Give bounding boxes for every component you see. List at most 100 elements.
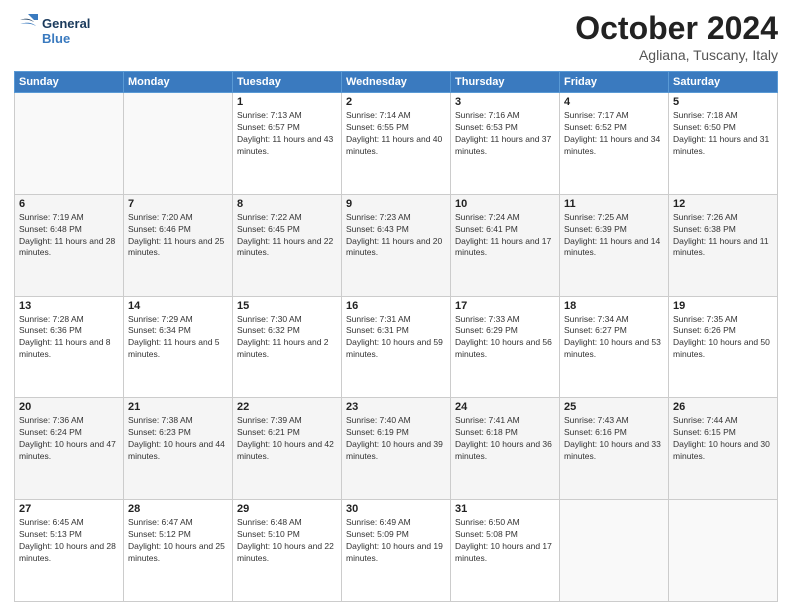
day-number: 28 — [128, 503, 228, 515]
calendar-cell: 6 Sunrise: 7:19 AMSunset: 6:48 PMDaylight… — [15, 194, 124, 296]
day-number: 13 — [19, 300, 119, 312]
day-number: 5 — [673, 96, 773, 108]
day-number: 16 — [346, 300, 446, 312]
svg-text:Blue: Blue — [42, 31, 70, 46]
calendar-cell: 27 Sunrise: 6:45 AMSunset: 5:13 PMDayligh… — [15, 500, 124, 602]
calendar-cell: 23 Sunrise: 7:40 AMSunset: 6:19 PMDayligh… — [342, 398, 451, 500]
day-info: Sunrise: 7:30 AMSunset: 6:32 PMDaylight:… — [237, 314, 337, 362]
day-number: 17 — [455, 300, 555, 312]
calendar-cell: 10 Sunrise: 7:24 AMSunset: 6:41 PMDayligh… — [451, 194, 560, 296]
day-number: 19 — [673, 300, 773, 312]
day-info: Sunrise: 7:38 AMSunset: 6:23 PMDaylight:… — [128, 415, 228, 463]
day-number: 3 — [455, 96, 555, 108]
day-info: Sunrise: 7:16 AMSunset: 6:53 PMDaylight:… — [455, 110, 555, 158]
calendar-cell: 17Sunrise: 7:33 AMSunset: 6:29 PMDayligh… — [451, 296, 560, 398]
calendar-cell: 20 Sunrise: 7:36 AMSunset: 6:24 PMDayligh… — [15, 398, 124, 500]
day-info: Sunrise: 7:39 AMSunset: 6:21 PMDaylight:… — [237, 415, 337, 463]
day-info: Sunrise: 7:43 AMSunset: 6:16 PMDaylight:… — [564, 415, 664, 463]
calendar-cell: 3 Sunrise: 7:16 AMSunset: 6:53 PMDaylight… — [451, 93, 560, 195]
calendar-cell: 7Sunrise: 7:20 AMSunset: 6:46 PMDaylight… — [124, 194, 233, 296]
day-number: 29 — [237, 503, 337, 515]
day-info: Sunrise: 6:47 AMSunset: 5:12 PMDaylight:… — [128, 517, 228, 565]
calendar-cell: 31Sunrise: 6:50 AMSunset: 5:08 PMDayligh… — [451, 500, 560, 602]
day-number: 25 — [564, 401, 664, 413]
day-info: Sunrise: 7:22 AMSunset: 6:45 PMDaylight:… — [237, 212, 337, 260]
day-info: Sunrise: 7:13 AMSunset: 6:57 PMDaylight:… — [237, 110, 337, 158]
calendar-cell — [15, 93, 124, 195]
calendar-cell: 24Sunrise: 7:41 AMSunset: 6:18 PMDayligh… — [451, 398, 560, 500]
calendar-cell: 15 Sunrise: 7:30 AMSunset: 6:32 PMDayligh… — [233, 296, 342, 398]
calendar-cell — [669, 500, 778, 602]
calendar-cell: 19 Sunrise: 7:35 AMSunset: 6:26 PMDayligh… — [669, 296, 778, 398]
day-info: Sunrise: 7:36 AMSunset: 6:24 PMDaylight:… — [19, 415, 119, 463]
calendar-cell: 12 Sunrise: 7:26 AMSunset: 6:38 PMDayligh… — [669, 194, 778, 296]
logo: General Blue — [14, 10, 104, 50]
header-sunday: Sunday — [15, 72, 124, 93]
header-saturday: Saturday — [669, 72, 778, 93]
calendar-cell: 25 Sunrise: 7:43 AMSunset: 6:16 PMDayligh… — [560, 398, 669, 500]
calendar-cell: 26 Sunrise: 7:44 AMSunset: 6:15 PMDayligh… — [669, 398, 778, 500]
day-info: Sunrise: 7:35 AMSunset: 6:26 PMDaylight:… — [673, 314, 773, 362]
calendar-table: Sunday Monday Tuesday Wednesday Thursday… — [14, 71, 778, 602]
day-number: 7 — [128, 198, 228, 210]
calendar-cell: 18Sunrise: 7:34 AMSunset: 6:27 PMDayligh… — [560, 296, 669, 398]
calendar-cell: 30Sunrise: 6:49 AMSunset: 5:09 PMDayligh… — [342, 500, 451, 602]
day-info: Sunrise: 7:25 AMSunset: 6:39 PMDaylight:… — [564, 212, 664, 260]
day-number: 21 — [128, 401, 228, 413]
calendar-cell: 9Sunrise: 7:23 AMSunset: 6:43 PMDaylight… — [342, 194, 451, 296]
day-number: 6 — [19, 198, 119, 210]
day-number: 8 — [237, 198, 337, 210]
location-title: Agliana, Tuscany, Italy — [575, 47, 778, 63]
day-info: Sunrise: 7:29 AMSunset: 6:34 PMDaylight:… — [128, 314, 228, 362]
day-number: 2 — [346, 96, 446, 108]
day-info: Sunrise: 7:24 AMSunset: 6:41 PMDaylight:… — [455, 212, 555, 260]
day-number: 22 — [237, 401, 337, 413]
day-number: 20 — [19, 401, 119, 413]
day-info: Sunrise: 7:41 AMSunset: 6:18 PMDaylight:… — [455, 415, 555, 463]
header-tuesday: Tuesday — [233, 72, 342, 93]
day-info: Sunrise: 6:45 AMSunset: 5:13 PMDaylight:… — [19, 517, 119, 565]
day-number: 12 — [673, 198, 773, 210]
day-info: Sunrise: 7:44 AMSunset: 6:15 PMDaylight:… — [673, 415, 773, 463]
header: General Blue October 2024 Agliana, Tusca… — [14, 10, 778, 63]
day-number: 15 — [237, 300, 337, 312]
day-info: Sunrise: 7:19 AMSunset: 6:48 PMDaylight:… — [19, 212, 119, 260]
calendar-cell: 11 Sunrise: 7:25 AMSunset: 6:39 PMDayligh… — [560, 194, 669, 296]
day-info: Sunrise: 7:14 AMSunset: 6:55 PMDaylight:… — [346, 110, 446, 158]
day-number: 9 — [346, 198, 446, 210]
day-number: 18 — [564, 300, 664, 312]
day-number: 26 — [673, 401, 773, 413]
day-info: Sunrise: 7:26 AMSunset: 6:38 PMDaylight:… — [673, 212, 773, 260]
calendar-cell: 29Sunrise: 6:48 AMSunset: 5:10 PMDayligh… — [233, 500, 342, 602]
calendar-cell: 8 Sunrise: 7:22 AMSunset: 6:45 PMDaylight… — [233, 194, 342, 296]
day-info: Sunrise: 7:31 AMSunset: 6:31 PMDaylight:… — [346, 314, 446, 362]
day-number: 11 — [564, 198, 664, 210]
day-number: 31 — [455, 503, 555, 515]
day-number: 1 — [237, 96, 337, 108]
calendar-week-row: 20 Sunrise: 7:36 AMSunset: 6:24 PMDayligh… — [15, 398, 778, 500]
calendar-week-row: 1 Sunrise: 7:13 AMSunset: 6:57 PMDaylight… — [15, 93, 778, 195]
calendar-cell: 22 Sunrise: 7:39 AMSunset: 6:21 PMDayligh… — [233, 398, 342, 500]
day-number: 10 — [455, 198, 555, 210]
calendar-cell — [124, 93, 233, 195]
title-block: October 2024 Agliana, Tuscany, Italy — [575, 10, 778, 63]
calendar-week-row: 13Sunrise: 7:28 AMSunset: 6:36 PMDayligh… — [15, 296, 778, 398]
calendar-cell: 4Sunrise: 7:17 AMSunset: 6:52 PMDaylight… — [560, 93, 669, 195]
day-number: 30 — [346, 503, 446, 515]
calendar-cell: 16 Sunrise: 7:31 AMSunset: 6:31 PMDayligh… — [342, 296, 451, 398]
day-number: 27 — [19, 503, 119, 515]
calendar-cell: 5 Sunrise: 7:18 AMSunset: 6:50 PMDaylight… — [669, 93, 778, 195]
calendar-cell: 21 Sunrise: 7:38 AMSunset: 6:23 PMDayligh… — [124, 398, 233, 500]
day-info: Sunrise: 7:40 AMSunset: 6:19 PMDaylight:… — [346, 415, 446, 463]
day-number: 23 — [346, 401, 446, 413]
month-year-title: October 2024 — [575, 10, 778, 47]
calendar-cell: 2 Sunrise: 7:14 AMSunset: 6:55 PMDaylight… — [342, 93, 451, 195]
calendar-cell: 28 Sunrise: 6:47 AMSunset: 5:12 PMDayligh… — [124, 500, 233, 602]
header-friday: Friday — [560, 72, 669, 93]
calendar-week-row: 27 Sunrise: 6:45 AMSunset: 5:13 PMDayligh… — [15, 500, 778, 602]
calendar-cell: 13Sunrise: 7:28 AMSunset: 6:36 PMDayligh… — [15, 296, 124, 398]
header-monday: Monday — [124, 72, 233, 93]
calendar-week-row: 6 Sunrise: 7:19 AMSunset: 6:48 PMDaylight… — [15, 194, 778, 296]
day-info: Sunrise: 7:18 AMSunset: 6:50 PMDaylight:… — [673, 110, 773, 158]
general-blue-logo: General Blue — [14, 10, 104, 50]
